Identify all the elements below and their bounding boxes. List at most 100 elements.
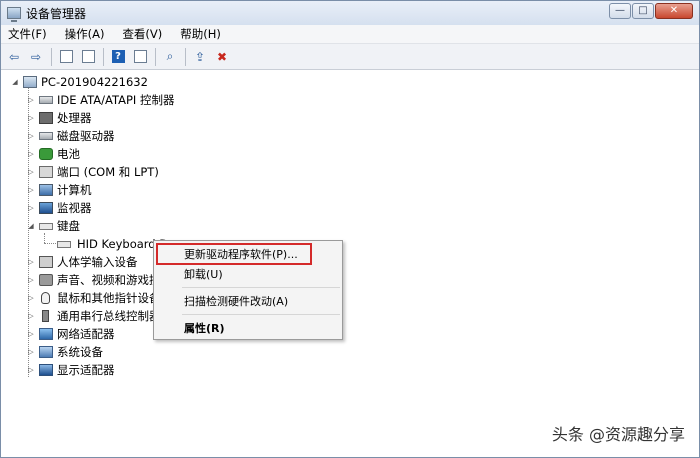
usb-icon <box>42 310 49 322</box>
device-manager-icon <box>7 7 21 22</box>
tree-item-mouse[interactable]: ▷ 鼠标和其他指针设备 <box>27 290 161 306</box>
tree-item-ports[interactable]: ▷ 端口 (COM 和 LPT) <box>27 164 159 180</box>
window-title: 设备管理器 <box>26 6 87 21</box>
processor-icon <box>39 112 53 124</box>
tree-item-battery[interactable]: ▷ 电池 <box>27 146 80 162</box>
toolbar-separator <box>155 47 156 66</box>
expand-icon[interactable]: ▷ <box>27 186 35 194</box>
tree-item-label: 人体学输入设备 <box>57 255 138 269</box>
battery-icon <box>39 148 53 160</box>
tree-item-label: 键盘 <box>57 219 80 233</box>
tree-item-display[interactable]: ▷ 显示适配器 <box>27 362 115 378</box>
title-bar: 设备管理器 — □ ✕ <box>1 1 699 25</box>
expand-icon[interactable]: ▷ <box>27 168 35 176</box>
mouse-icon <box>41 292 50 304</box>
keyboard-icon <box>57 240 71 248</box>
menu-item-scan-hardware[interactable]: 扫描检测硬件改动(A) <box>184 292 288 310</box>
menu-item-uninstall[interactable]: 卸载(U) <box>184 265 223 283</box>
tree-item-processor[interactable]: ▷ 处理器 <box>27 110 91 126</box>
tree-item-keyboard[interactable]: ◢ 键盘 <box>27 218 80 234</box>
toolbar-separator <box>185 47 186 66</box>
tree-item-label: 网络适配器 <box>57 327 115 341</box>
ide-controller-icon <box>39 96 53 104</box>
menu-item-update-driver[interactable]: 更新驱动程序软件(P)... <box>184 245 298 263</box>
expand-icon[interactable]: ▷ <box>27 276 35 284</box>
toolbar-separator <box>103 47 104 66</box>
tree-item-computer[interactable]: ▷ 计算机 <box>27 182 92 198</box>
show-hide-tree-icon[interactable] <box>79 48 97 66</box>
tree-item-label: 显示适配器 <box>57 363 115 377</box>
tree-item-label: 磁盘驱动器 <box>57 129 115 143</box>
tree-item-hid[interactable]: ▷ 人体学输入设备 <box>27 254 138 270</box>
tree-line <box>44 233 45 243</box>
menu-bar: 文件(F) 操作(A) 查看(V) 帮助(H) <box>1 25 699 44</box>
expand-icon[interactable]: ▷ <box>27 258 35 266</box>
disk-drive-icon <box>39 132 53 140</box>
window-controls: — □ ✕ <box>608 3 693 19</box>
context-menu: 更新驱动程序软件(P)... 卸载(U) 扫描检测硬件改动(A) 属性(R) <box>153 240 343 340</box>
menu-separator <box>182 314 340 315</box>
menu-action[interactable]: 操作(A) <box>58 26 112 42</box>
tree-item-label: 计算机 <box>57 183 92 197</box>
close-button[interactable]: ✕ <box>655 3 693 19</box>
tree-item-system[interactable]: ▷ 系统设备 <box>27 344 103 360</box>
tree-item-monitor[interactable]: ▷ 监视器 <box>27 200 92 216</box>
toolbar: ⇦ ⇨ ? ⌕ ⇪ ✖ <box>1 44 699 70</box>
help-icon[interactable]: ? <box>109 48 127 66</box>
tree-item-label: IDE ATA/ATAPI 控制器 <box>57 93 175 107</box>
tree-line <box>44 243 58 244</box>
expand-icon[interactable]: ▷ <box>27 132 35 140</box>
device-manager-window: 设备管理器 — □ ✕ 文件(F) 操作(A) 查看(V) 帮助(H) ⇦ ⇨ … <box>0 0 700 458</box>
expand-icon[interactable]: ▷ <box>27 294 35 302</box>
computer-icon <box>23 76 37 88</box>
tree-item-label: 声音、视频和游戏控 <box>57 273 161 287</box>
collapse-icon[interactable]: ◢ <box>27 222 35 230</box>
scan-hardware-icon[interactable]: ⌕ <box>161 48 179 66</box>
properties-icon[interactable] <box>57 48 75 66</box>
tree-root[interactable]: ◢ PC-201904221632 <box>11 74 148 90</box>
expand-icon[interactable]: ▷ <box>27 204 35 212</box>
monitor-icon <box>39 202 53 214</box>
computer-icon <box>39 184 53 196</box>
maximize-button[interactable]: □ <box>632 3 654 19</box>
port-icon <box>39 166 53 178</box>
watermark: 头条 @资源趣分享 <box>551 425 685 444</box>
minimize-button[interactable]: — <box>609 3 631 19</box>
tree-item-sound[interactable]: ▷ 声音、视频和游戏控 <box>27 272 161 288</box>
uninstall-icon[interactable]: ✖ <box>213 48 231 66</box>
tree-item-label: 端口 (COM 和 LPT) <box>57 165 159 179</box>
expand-icon[interactable]: ▷ <box>27 114 35 122</box>
tree-item-usb[interactable]: ▷ 通用串行总线控制器 <box>27 308 161 324</box>
display-adapter-icon <box>39 364 53 376</box>
tree-item-label: 电池 <box>57 147 80 161</box>
system-device-icon <box>39 346 53 358</box>
tree-item-disk[interactable]: ▷ 磁盘驱动器 <box>27 128 115 144</box>
keyboard-icon <box>39 222 53 230</box>
network-adapter-icon <box>39 328 53 340</box>
expand-icon[interactable]: ▷ <box>27 330 35 338</box>
expand-icon[interactable]: ▷ <box>27 366 35 374</box>
device-tree: ◢ PC-201904221632 ▷ IDE ATA/ATAPI 控制器 ▷ … <box>1 71 699 457</box>
tree-item-label: 监视器 <box>57 201 92 215</box>
menu-view[interactable]: 查看(V) <box>115 26 169 42</box>
speaker-icon <box>39 274 53 286</box>
action-pane-icon[interactable] <box>131 48 149 66</box>
tree-item-label: 鼠标和其他指针设备 <box>57 291 161 305</box>
hid-device-icon <box>39 256 53 268</box>
menu-file[interactable]: 文件(F) <box>1 26 54 42</box>
tree-item-label: 系统设备 <box>57 345 103 359</box>
menu-separator <box>182 287 340 288</box>
forward-arrow-icon[interactable]: ⇨ <box>27 48 45 66</box>
expand-icon[interactable]: ▷ <box>27 96 35 104</box>
back-arrow-icon[interactable]: ⇦ <box>5 48 23 66</box>
expand-icon[interactable]: ▷ <box>27 150 35 158</box>
tree-item-network[interactable]: ▷ 网络适配器 <box>27 326 115 342</box>
tree-item-label: 通用串行总线控制器 <box>57 309 161 323</box>
expand-icon[interactable]: ▷ <box>27 348 35 356</box>
update-driver-icon[interactable]: ⇪ <box>191 48 209 66</box>
tree-item-ide[interactable]: ▷ IDE ATA/ATAPI 控制器 <box>27 92 174 108</box>
menu-help[interactable]: 帮助(H) <box>173 26 228 42</box>
menu-item-properties[interactable]: 属性(R) <box>184 319 225 337</box>
collapse-icon[interactable]: ◢ <box>11 78 19 86</box>
expand-icon[interactable]: ▷ <box>27 312 35 320</box>
